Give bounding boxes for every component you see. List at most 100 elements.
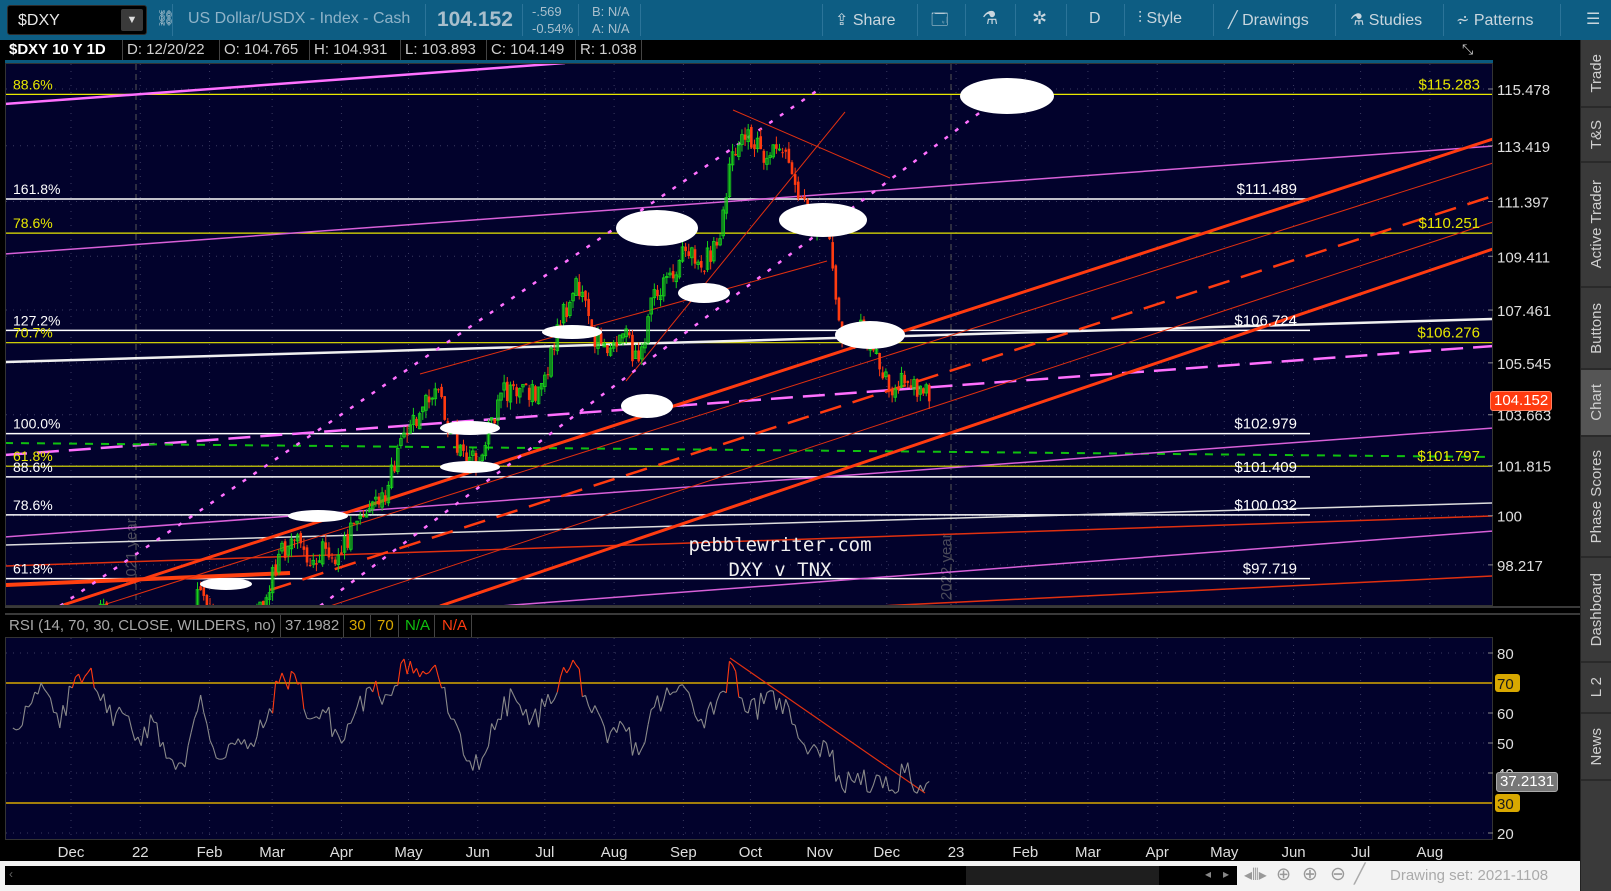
rsi-segment (516, 701, 521, 706)
candle-body (831, 242, 834, 269)
rsi-segment (381, 694, 386, 705)
rsi-segment (243, 739, 249, 750)
rsi-segment (444, 687, 449, 713)
highlight-ellipse (960, 78, 1054, 114)
rsi-segment (171, 759, 177, 770)
rsi-segment (700, 718, 705, 729)
rsi-segment (103, 693, 108, 714)
zoom-out-icon[interactable]: ⊖ (1330, 863, 1346, 886)
horizontal-scrollbar[interactable]: ‹ ◂ ▸ (5, 866, 1237, 885)
red-channel-line[interactable] (330, 221, 1493, 606)
rsi-segment (694, 715, 699, 722)
candle-body (734, 154, 737, 156)
candle-body (299, 533, 303, 544)
sidebar-tab-active-trader[interactable]: Active Trader (1581, 163, 1611, 288)
candle-body (505, 381, 509, 402)
magenta-trendline[interactable] (5, 427, 1493, 538)
pan-icon[interactable]: ◂⫴▸ (1244, 865, 1267, 885)
rsi-segment (272, 680, 277, 714)
sidebar-tab-trade[interactable]: Trade (1581, 40, 1611, 108)
rsi-segment (869, 784, 874, 793)
candle-body (162, 629, 165, 630)
sidebar-tab-l-2[interactable]: L 2 (1581, 663, 1611, 714)
candle-body (30, 637, 33, 653)
highlight-ellipse (835, 321, 905, 349)
magenta-dashed-trendline[interactable] (5, 344, 1493, 457)
date-label: Apr (1146, 844, 1169, 861)
candle-body (393, 465, 396, 472)
sidebar-tab-news[interactable]: News (1581, 714, 1611, 781)
candle-body (87, 614, 90, 620)
scroll-right-icon[interactable]: ▸ (1223, 867, 1229, 881)
highlight-ellipse (440, 421, 500, 435)
candle-body (362, 515, 365, 517)
scroll-left-icon[interactable]: ‹ (9, 867, 13, 881)
magenta-trendline[interactable] (5, 145, 1493, 255)
red-trendline[interactable] (880, 575, 1493, 606)
magenta-trendline[interactable] (5, 63, 566, 106)
candle-body (80, 621, 83, 623)
price-tick-label: 115.478 (1497, 82, 1550, 99)
drawing-set-label[interactable]: Drawing set: 2021-1108 (1390, 867, 1548, 884)
rsi-segment (907, 762, 912, 782)
highlight-ellipse (200, 578, 252, 590)
rsi-segment (328, 706, 333, 737)
candle-body (190, 621, 193, 631)
candle-body (98, 603, 103, 605)
candle-body (352, 523, 356, 525)
sidebar-tab-chart[interactable]: Chart (1581, 370, 1611, 437)
price-tick-label: 107.461 (1497, 303, 1551, 320)
drawing-tool-icon[interactable]: ╱ (1354, 863, 1365, 886)
rsi-segment (187, 731, 192, 746)
red-channel-lower[interactable] (439, 247, 1493, 606)
rsi-segment (459, 733, 465, 755)
rsi-axis-ticks: 70308060504020 (1488, 646, 1520, 843)
rsi-segment (40, 682, 45, 690)
red-channel-middle-dashed[interactable] (269, 195, 1493, 592)
rsi-segment (484, 745, 489, 754)
candle-body (837, 297, 841, 321)
candle-body (462, 444, 465, 451)
sidebar-tab-label: Dashboard (1587, 572, 1605, 647)
rsi-segment (541, 698, 546, 708)
red-trendline[interactable] (419, 260, 828, 375)
candle-body (333, 559, 337, 565)
zoom-in-icon[interactable]: ⊕ (1302, 863, 1318, 886)
rsi-segment (222, 756, 226, 760)
crosshair-icon[interactable]: ⊕ (1276, 864, 1291, 885)
rsi-trendline[interactable] (729, 657, 926, 794)
sidebar-tab-t-s[interactable]: T&S (1581, 108, 1611, 163)
rsi-segment (59, 705, 64, 729)
date-label: Mar (259, 844, 285, 861)
price-tick-label: 105.545 (1497, 356, 1551, 373)
candle-body (909, 385, 913, 388)
candle-body (24, 648, 27, 657)
candle-body (18, 660, 21, 664)
candle-body (159, 628, 162, 644)
rsi-segment (588, 705, 593, 714)
fib-price-tag: $115.283 (1419, 76, 1480, 93)
rsi-segment (500, 696, 505, 720)
rsi-segment (650, 706, 655, 710)
rsi-segment (309, 717, 314, 720)
sidebar-tab-phase-scores[interactable]: Phase Scores (1581, 437, 1611, 558)
candle-body (415, 418, 418, 427)
rsi-segment (481, 752, 486, 759)
rsi-segment (506, 688, 511, 717)
sidebar-tab-buttons[interactable]: Buttons (1581, 288, 1611, 370)
sidebar-tab-dashboard[interactable]: Dashboard (1581, 558, 1611, 663)
candle-body (546, 374, 550, 376)
candle-body (887, 374, 891, 392)
rsi-segment (901, 763, 906, 774)
rsi-segment (31, 691, 36, 704)
candle-body (340, 552, 343, 555)
candle-body (253, 621, 256, 635)
candle-body (109, 611, 112, 625)
scroll-left-icon[interactable]: ◂ (1205, 867, 1211, 881)
fib-level-label: 88.6% (13, 76, 53, 92)
magenta-trendline[interactable] (500, 530, 1493, 606)
year-label-2022: 2022 year (938, 533, 955, 600)
scrollbar-thumb[interactable] (966, 866, 1159, 885)
magenta-dotted-channel-upper[interactable] (59, 88, 819, 606)
candle-body (43, 626, 46, 639)
